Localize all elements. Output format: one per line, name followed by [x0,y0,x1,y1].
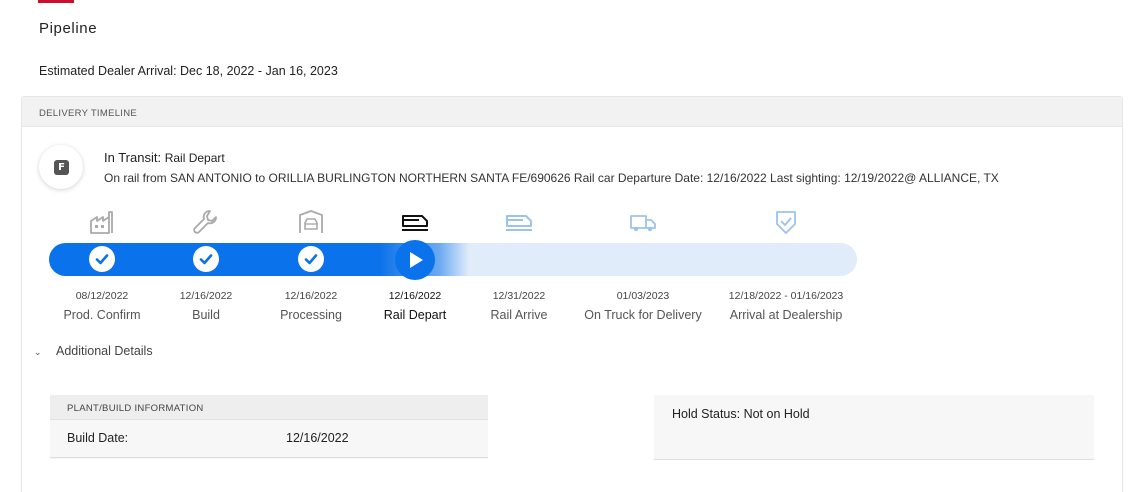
stage-current-play-icon [395,240,435,280]
shield-check-icon [771,207,801,237]
stage-date: 12/16/2022 [179,290,233,302]
stage-complete-check-icon [298,246,324,272]
progress-track [49,243,857,276]
chevron-down-icon: ⌄ [34,347,42,357]
status-label: In Transit: [104,150,162,165]
train-icon [504,207,534,237]
stage-complete-check-icon [193,246,219,272]
factory-icon [87,207,117,237]
build-date-value: 12/16/2022 [286,431,349,445]
additional-details-label: Additional Details [56,344,153,358]
panel-header-title: DELIVERY TIMELINE [39,108,138,119]
plant-build-header-title: PLANT/BUILD INFORMATION [67,403,204,414]
status-value: Rail Depart [164,151,225,165]
wrench-icon [191,207,221,237]
plant-build-card: PLANT/BUILD INFORMATION Build Date: 12/1… [50,395,488,459]
delivery-timeline-panel: DELIVERY TIMELINE F In Transit: Rail Dep… [21,96,1123,492]
stage-label: Processing [280,308,342,322]
stage-date: 12/18/2022 - 01/16/2023 [728,290,844,302]
stage-date: 12/31/2022 [492,290,546,302]
hold-status-card: Hold Status: Not on Hold [654,395,1094,460]
stage-label: Rail Depart [383,308,447,322]
build-date-label: Build Date: [67,431,129,445]
stage-label: Arrival at Dealership [729,308,843,322]
badge-letter: F [54,160,69,175]
stage-date: 01/03/2023 [616,290,670,302]
status-line: In Transit: Rail Depart [104,150,225,165]
stage-label: Prod. Confirm [63,308,141,322]
additional-details-toggle[interactable]: ⌄ Additional Details [34,344,153,358]
stage-date: 12/16/2022 [284,290,338,302]
transit-detail: On rail from SAN ANTONIO to ORILLIA BURL… [104,171,999,185]
hold-status-text: Hold Status: Not on Hold [672,407,810,421]
truck-icon [628,207,658,237]
page-title: Pipeline [39,20,98,37]
status-badge: F [39,145,83,189]
stage-label: Build [192,308,220,322]
train-icon [400,207,430,237]
stage-date: 08/12/2022 [75,290,129,302]
stage-complete-check-icon [89,246,115,272]
stage-date: 12/16/2022 [388,290,442,302]
panel-header: DELIVERY TIMELINE [22,97,1122,127]
plant-build-header: PLANT/BUILD INFORMATION [50,395,488,420]
stage-label: Rail Arrive [490,308,548,322]
estimated-arrival: Estimated Dealer Arrival: Dec 18, 2022 -… [39,64,338,78]
car-garage-icon [296,207,326,237]
build-date-row: Build Date: 12/16/2022 [50,419,488,458]
stage-label: On Truck for Delivery [584,308,702,322]
brand-accent-bar [38,0,74,3]
